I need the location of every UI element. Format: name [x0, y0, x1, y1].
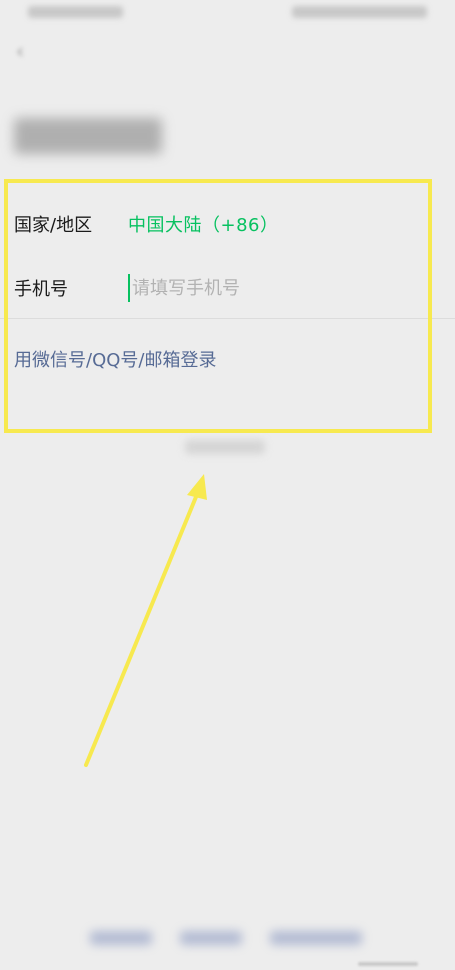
- blurred-text: [185, 440, 265, 454]
- phone-row: 手机号: [0, 260, 455, 316]
- divider: [0, 318, 455, 319]
- phone-input[interactable]: [128, 274, 412, 302]
- annotation-arrow-head: [187, 474, 207, 500]
- phone-label: 手机号: [14, 279, 68, 300]
- status-bar-left-blurred: [28, 6, 123, 18]
- status-bar-right-blurred: [292, 6, 427, 18]
- region-row[interactable]: 国家/地区 中国大陆（+86）: [0, 196, 455, 252]
- status-bar: [0, 0, 455, 26]
- page-title-blurred: [14, 118, 162, 154]
- home-indicator: [358, 962, 418, 966]
- back-arrow-icon[interactable]: ‹: [10, 39, 30, 63]
- alt-login-link[interactable]: 用微信号/QQ号/邮箱登录: [14, 346, 216, 372]
- annotation-arrow-shaft: [84, 490, 200, 767]
- region-label: 国家/地区: [14, 215, 93, 236]
- footer-link-3-blurred[interactable]: [270, 931, 362, 945]
- footer-links: [0, 925, 455, 953]
- footer-link-1-blurred[interactable]: [90, 931, 152, 945]
- region-value[interactable]: 中国大陆（+86）: [128, 211, 279, 237]
- footer-link-2-blurred[interactable]: [180, 931, 242, 945]
